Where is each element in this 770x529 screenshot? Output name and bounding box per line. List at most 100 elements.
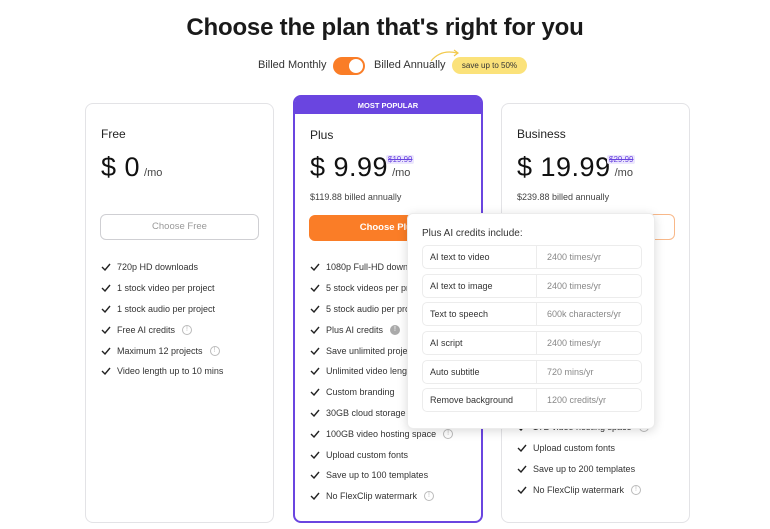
feature-text: Upload custom fonts xyxy=(533,443,616,454)
check-icon xyxy=(101,367,111,376)
feature-text: Save up to 100 templates xyxy=(326,470,429,481)
price: $ 19.99 xyxy=(517,152,611,182)
toggle-knob xyxy=(349,59,363,73)
check-icon xyxy=(101,305,111,313)
info-icon[interactable]: ! xyxy=(182,324,193,335)
feature-text: No FlexClip watermark xyxy=(533,484,625,495)
credit-row: Auto subtitle 720 mins/yr xyxy=(422,359,642,384)
check-icon xyxy=(101,263,111,272)
check-icon xyxy=(310,430,320,438)
check-icon xyxy=(310,471,320,480)
check-icon xyxy=(310,451,320,459)
feature-item: 1 stock video per project xyxy=(101,278,223,299)
per-month: /mo xyxy=(144,167,163,179)
feature-text: Custom branding xyxy=(326,387,395,398)
check-icon xyxy=(310,388,320,397)
credit-name: Auto subtitle xyxy=(423,360,537,383)
info-icon[interactable]: ! xyxy=(631,484,642,495)
check-icon xyxy=(310,284,320,293)
feature-item: Save up to 200 templates xyxy=(517,459,649,480)
feature-item: Video length up to 10 mins xyxy=(101,361,223,382)
ai-credits-popover: Plus AI credits include: AI text to vide… xyxy=(407,213,655,429)
billed-monthly-label[interactable]: Billed Monthly xyxy=(258,59,326,71)
plan-name: Business xyxy=(517,127,566,141)
old-price: $29.99 xyxy=(607,155,636,164)
credit-name: Remove background xyxy=(423,389,537,412)
credit-value: 2400 times/yr xyxy=(547,280,602,291)
price: $ 9.99 xyxy=(310,152,389,182)
popover-title: Plus AI credits include: xyxy=(422,228,523,239)
per-month: /mo xyxy=(614,167,633,179)
feature-item: No FlexClip watermark! xyxy=(310,486,453,507)
billed-annually-note: $239.88 billed annually xyxy=(517,192,610,202)
feature-item: Upload custom fonts xyxy=(310,444,453,465)
check-icon xyxy=(517,444,527,453)
feature-text: Plus AI credits xyxy=(326,324,384,335)
info-icon[interactable]: ! xyxy=(209,345,220,356)
feature-list: 720p HD downloads 1 stock video per proj… xyxy=(101,257,223,382)
feature-item: 1 stock audio per project xyxy=(101,299,223,320)
feature-text: 30GB cloud storage xyxy=(326,407,406,418)
page-title: Choose the plan that's right for you xyxy=(186,14,584,41)
info-icon[interactable]: ! xyxy=(424,491,435,502)
check-icon xyxy=(310,263,320,272)
choose-free-button[interactable]: Choose Free xyxy=(100,214,259,240)
feature-list: 1TB video hosting space! Upload custom f… xyxy=(517,417,649,500)
check-icon xyxy=(101,347,111,355)
credit-row: Text to speech 600k characters/yr xyxy=(422,302,642,327)
check-icon xyxy=(101,326,111,334)
plan-name: Free xyxy=(101,127,126,141)
save-badge: save up to 50% xyxy=(452,57,527,74)
credit-value: 600k characters/yr xyxy=(547,309,622,320)
feature-item: Upload custom fonts xyxy=(517,438,649,459)
feature-item: Maximum 12 projects! xyxy=(101,340,223,361)
feature-text: Save unlimited projects xyxy=(326,345,420,356)
credit-name: AI text to image xyxy=(423,274,537,297)
feature-item: 720p HD downloads xyxy=(101,257,223,278)
credit-row: AI text to image 2400 times/yr xyxy=(422,273,642,298)
feature-text: Maximum 12 projects xyxy=(117,345,203,356)
price-row: $ 19.99/mo $29.99 xyxy=(517,152,636,186)
info-icon[interactable]: ! xyxy=(390,324,401,335)
check-icon xyxy=(517,486,527,494)
billing-toggle[interactable] xyxy=(333,57,365,75)
credit-row: AI text to video 2400 times/yr xyxy=(422,245,642,269)
credit-row: AI script 2400 times/yr xyxy=(422,331,642,356)
feature-text: Free AI credits xyxy=(117,324,176,335)
per-month: /mo xyxy=(392,167,411,179)
credit-name: Text to speech xyxy=(423,303,537,326)
feature-text: No FlexClip watermark xyxy=(326,491,418,502)
feature-text: 1 stock audio per project xyxy=(117,303,216,314)
feature-item: Save up to 100 templates xyxy=(310,465,453,486)
credit-value: 2400 times/yr xyxy=(547,252,602,262)
feature-text: 1 stock video per project xyxy=(117,283,215,294)
feature-text: Upload custom fonts xyxy=(326,449,409,460)
check-icon xyxy=(310,305,320,313)
plan-card-free: Free $ 0/mo Choose Free 720p HD download… xyxy=(85,103,274,523)
check-icon xyxy=(101,284,111,293)
feature-text: 100GB video hosting space xyxy=(326,428,437,439)
credit-table: AI text to video 2400 times/yr AI text to… xyxy=(422,245,642,417)
credit-value: 2400 times/yr xyxy=(547,338,602,349)
check-icon xyxy=(310,492,320,501)
credit-value: 720 mins/yr xyxy=(547,366,594,377)
feature-item: Free AI credits! xyxy=(101,319,223,340)
credit-row: Remove background 1200 credits/yr xyxy=(422,388,642,413)
credit-name: AI text to video xyxy=(423,246,537,268)
price: $ 0 xyxy=(101,152,141,182)
check-icon xyxy=(517,465,527,473)
info-icon[interactable]: ! xyxy=(443,428,454,439)
check-icon xyxy=(310,347,320,355)
feature-item: No FlexClip watermark! xyxy=(517,479,649,500)
check-icon xyxy=(310,409,320,417)
most-popular-badge: MOST POPULAR xyxy=(295,97,481,114)
feature-text: 720p HD downloads xyxy=(117,262,199,273)
credit-name: AI script xyxy=(423,332,537,355)
credit-value: 1200 credits/yr xyxy=(547,395,607,406)
check-icon xyxy=(310,326,320,334)
old-price: $19.99 xyxy=(386,155,415,164)
feature-text: Video length up to 10 mins xyxy=(117,366,224,377)
price-row: $ 9.99/mo $19.99 xyxy=(310,152,415,186)
billed-annually-note: $119.88 billed annually xyxy=(310,192,402,202)
price-row: $ 0/mo xyxy=(101,152,162,186)
